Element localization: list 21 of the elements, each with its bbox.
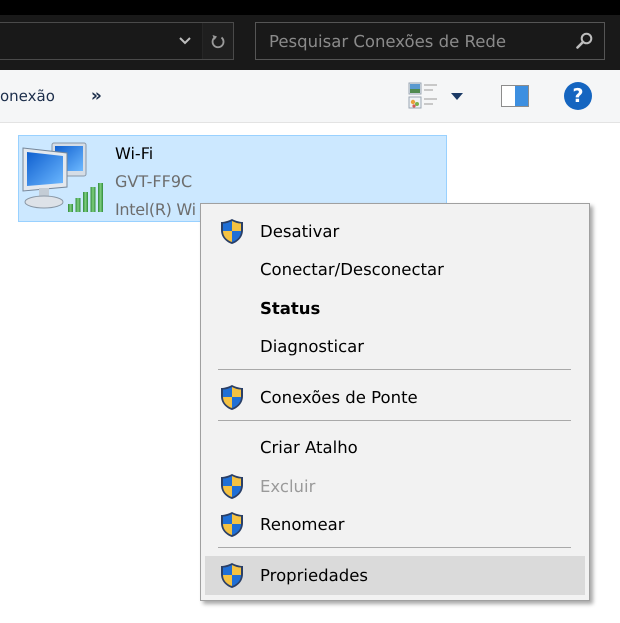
address-field[interactable] — [0, 22, 234, 60]
toolbar-command[interactable]: onexão — [0, 87, 55, 105]
menu-item[interactable]: Renomear — [205, 506, 585, 544]
caret-down-icon[interactable] — [451, 92, 463, 100]
menu-item[interactable]: Status — [205, 289, 585, 328]
search-field[interactable]: Pesquisar Conexões de Rede — [255, 22, 605, 60]
menu-item[interactable]: Conexões de Ponte — [205, 378, 585, 416]
menu-item[interactable]: Diagnosticar — [205, 328, 585, 366]
chevron-down-icon[interactable] — [179, 37, 191, 45]
menu-item[interactable]: Conectar/Desconectar — [205, 250, 585, 289]
network-name: GVT-FF9C — [115, 171, 192, 193]
menu-item[interactable]: Propriedades — [205, 556, 585, 594]
network-computer-icon — [22, 140, 106, 214]
search-icon[interactable] — [576, 32, 593, 49]
refresh-icon[interactable] — [211, 34, 225, 48]
menu-item[interactable]: Criar Atalho — [205, 428, 585, 467]
more-commands-button[interactable]: » — [86, 86, 106, 106]
connection-name: Wi-Fi — [115, 143, 154, 165]
preview-pane-icon[interactable] — [501, 85, 529, 107]
help-button[interactable]: ? — [564, 82, 592, 110]
adapter-name: Intel(R) Wi — [115, 199, 196, 221]
